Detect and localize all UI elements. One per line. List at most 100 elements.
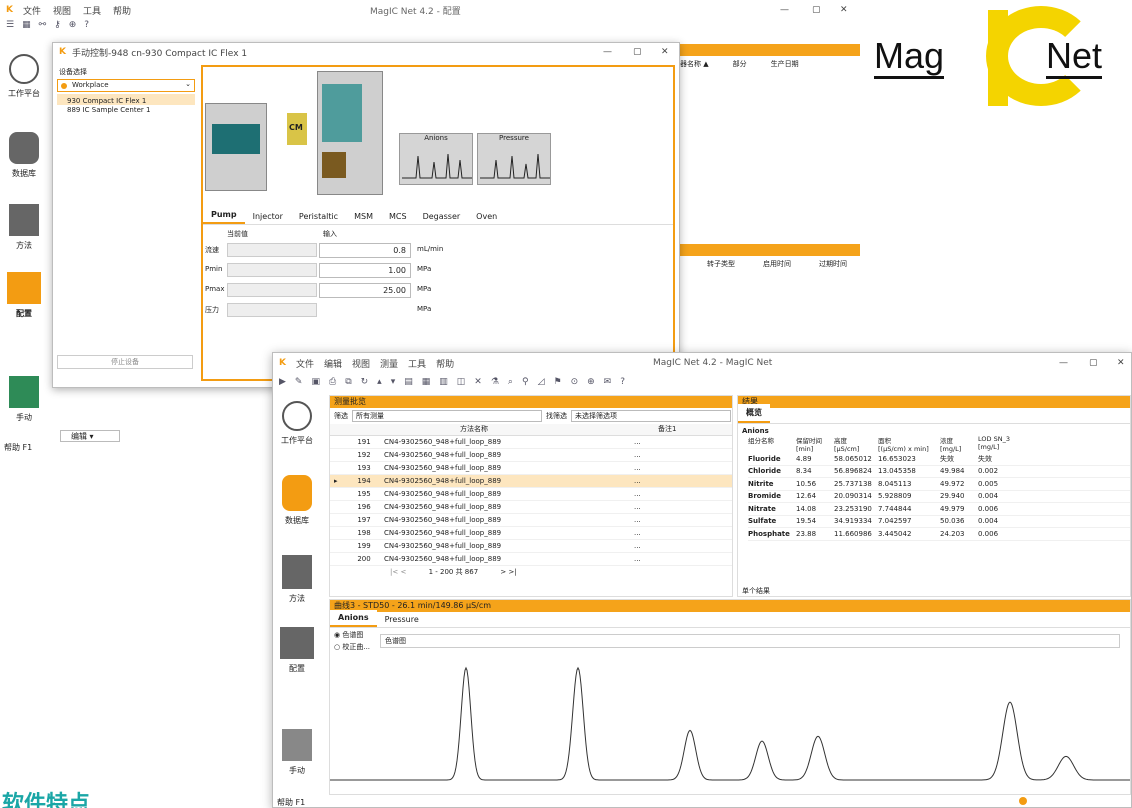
tool-icon[interactable]: ▤ [404, 377, 413, 387]
tool-icon[interactable]: ▾ [391, 377, 396, 387]
tool-icon[interactable]: ◫ [457, 377, 466, 387]
sidebar-item-workplace[interactable]: 工作平台 [0, 54, 48, 99]
tool-icon[interactable]: ⚷ [54, 20, 61, 36]
tool-icon[interactable]: ▦ [422, 377, 431, 387]
help-icon[interactable]: ? [84, 20, 89, 36]
table-row[interactable]: 192 CN4-9302560_948+full_loop_889... [330, 449, 732, 462]
result-row[interactable]: Bromide 12.64 20.090314 5.928809 29.940 0.004 [748, 491, 1130, 503]
menu-file[interactable]: 文件 [296, 357, 314, 370]
tool-icon[interactable]: ⊙ [571, 377, 579, 387]
device-item[interactable]: 889 IC Sample Center 1 [57, 105, 195, 114]
minimize-icon[interactable]: — [780, 5, 789, 15]
workplace-select[interactable]: Workplace ⌄ [57, 79, 195, 92]
col-header[interactable]: 高度 [µS/cm] [834, 435, 878, 453]
result-row[interactable]: Nitrite 10.56 25.737138 8.045113 49.972 0.005 [748, 478, 1130, 491]
col-header[interactable]: 浓度 [mg/L] [940, 435, 978, 453]
col-header[interactable]: 面积 [(µS/cm) x min] [878, 435, 940, 453]
table-row[interactable]: 196 CN4-9302560_948+full_loop_889... [330, 501, 732, 514]
tab-oven[interactable]: Oven [468, 209, 505, 224]
tool-icon[interactable]: ▥ [439, 377, 448, 387]
close-icon[interactable]: ✕ [661, 47, 669, 57]
tool-icon[interactable]: ✎ [295, 377, 303, 387]
quick-filter-select[interactable]: 未选择筛选项 [571, 410, 731, 422]
restore-icon[interactable]: ▢ [1089, 358, 1098, 368]
tab-pump[interactable]: Pump [203, 207, 245, 224]
tab-anions[interactable]: Anions [330, 610, 377, 627]
filter-select[interactable]: 所有测量 [352, 410, 542, 422]
tool-icon[interactable]: ⊕ [69, 20, 77, 36]
tool-icon[interactable]: ⚯ [39, 20, 47, 36]
table-row[interactable]: 193 CN4-9302560_948+full_loop_889... [330, 462, 732, 475]
tab-mcs[interactable]: MCS [381, 209, 415, 224]
table-row[interactable]: 197 CN4-9302560_948+full_loop_889... [330, 514, 732, 527]
tool-icon[interactable]: ⎙ [329, 377, 336, 387]
col-header[interactable]: 部分 [733, 59, 747, 69]
col-header[interactable]: 生产日期 [771, 59, 799, 69]
minimize-icon[interactable]: — [603, 47, 612, 57]
sidebar-item-method[interactable]: 方法 [0, 204, 48, 251]
col-header[interactable]: 转子类型 [707, 259, 735, 269]
table-row[interactable]: ▸ 194 CN4-9302560_948+full_loop_889... [330, 475, 732, 488]
anions-card[interactable]: Anions [399, 133, 473, 185]
tool-icon[interactable]: ⊕ [587, 377, 595, 387]
tool-icon[interactable]: ⚑ [553, 377, 561, 387]
edit-dropdown[interactable]: 编辑 ▾ [60, 430, 120, 442]
tool-icon[interactable]: ✉ [604, 377, 612, 387]
col-header[interactable]: LOD SN_3 [mg/L] [978, 435, 1018, 453]
result-row[interactable]: Sulfate 19.54 34.919334 7.042597 50.036 0.004 [748, 516, 1130, 528]
menu-view[interactable]: 视图 [53, 4, 71, 17]
curve-select[interactable]: 色谱图 [380, 634, 1120, 648]
device-item[interactable]: 930 Compact IC Flex 1 [57, 94, 195, 105]
tab-degasser[interactable]: Degasser [415, 209, 469, 224]
menu-tools[interactable]: 工具 [408, 357, 426, 370]
next-page-icon[interactable]: > >| [500, 568, 516, 576]
close-icon[interactable]: ✕ [1117, 358, 1125, 368]
radio-chromatogram[interactable]: ◉ 色谱图 [334, 630, 363, 640]
menu-edit[interactable]: 编辑 [324, 357, 342, 370]
table-row[interactable]: 199 CN4-9302560_948+full_loop_889... [330, 540, 732, 553]
sidebar-item-configuration[interactable]: 配置 [0, 272, 48, 319]
tool-icon[interactable]: ☰ [6, 20, 14, 36]
pmin-input[interactable]: 1.00 [319, 263, 411, 278]
tool-icon[interactable]: ⚗ [491, 377, 499, 387]
menu-help[interactable]: 帮助 [436, 357, 454, 370]
tool-icon[interactable]: ▴ [377, 377, 382, 387]
sidebar-item-manual[interactable]: 手动 [273, 729, 321, 776]
menu-view[interactable]: 视图 [352, 357, 370, 370]
table-row[interactable]: 198 CN4-9302560_948+full_loop_889... [330, 527, 732, 540]
restore-icon[interactable]: ▢ [812, 5, 821, 15]
tool-icon[interactable]: ✕ [474, 377, 482, 387]
menu-measure[interactable]: 测量 [380, 357, 398, 370]
menu-file[interactable]: 文件 [23, 4, 41, 17]
flow-input[interactable]: 0.8 [319, 243, 411, 258]
search-icon[interactable]: ⌕ [508, 377, 513, 387]
stop-device-button[interactable]: 停止设备 [57, 355, 193, 369]
close-icon[interactable]: ✕ [840, 5, 848, 15]
sidebar-item-configuration[interactable]: 配置 [273, 627, 321, 674]
tab-msm[interactable]: MSM [346, 209, 381, 224]
sidebar-item-database[interactable]: 数据库 [273, 475, 321, 526]
sidebar-item-database[interactable]: 数据库 [0, 132, 48, 179]
tab-pressure[interactable]: Pressure [377, 612, 427, 627]
col-header[interactable]: 过期时间 [819, 259, 847, 269]
result-row[interactable]: Phosphate 23.88 11.660986 3.445042 24.203 0.0… [748, 528, 1130, 541]
tab-peristaltic[interactable]: Peristaltic [291, 209, 346, 224]
col-header[interactable]: 器名称 ▲ [680, 59, 709, 69]
sidebar-item-manual[interactable]: 手动 [0, 376, 48, 423]
tool-icon[interactable]: ◿ [538, 377, 545, 387]
menu-tools[interactable]: 工具 [83, 4, 101, 17]
table-row[interactable]: 191 CN4-9302560_948+full_loop_889... [330, 436, 732, 449]
pmax-input[interactable]: 25.00 [319, 283, 411, 298]
pressure-card[interactable]: Pressure [477, 133, 551, 185]
restore-icon[interactable]: ▢ [633, 47, 642, 57]
radio-calibration[interactable]: ○ 校正曲... [334, 642, 370, 652]
menu-help[interactable]: 帮助 [113, 4, 131, 17]
col-header[interactable]: 启用时间 [763, 259, 791, 269]
tool-icon[interactable]: ↻ [361, 377, 369, 387]
sidebar-item-method[interactable]: 方法 [273, 555, 321, 604]
col-header[interactable]: 组分名称 [748, 435, 796, 453]
tab-injector[interactable]: Injector [245, 209, 291, 224]
sidebar-item-workplace[interactable]: 工作平台 [273, 401, 321, 446]
prev-page-icon[interactable]: |< < [390, 568, 406, 576]
tool-icon[interactable]: ▦ [22, 20, 31, 36]
